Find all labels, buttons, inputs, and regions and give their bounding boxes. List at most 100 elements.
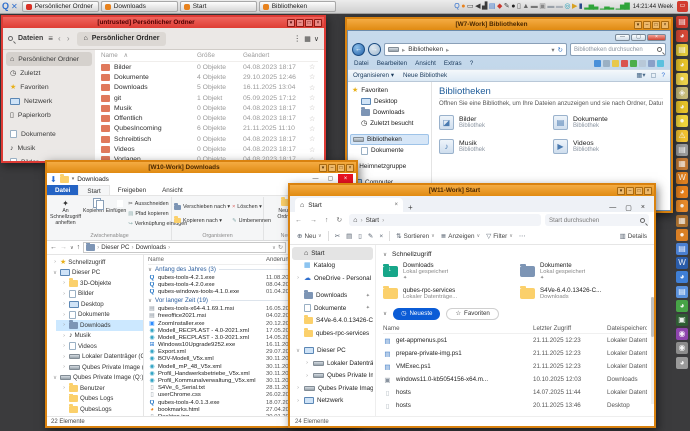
sidebar-item[interactable]: Downloads <box>359 107 429 118</box>
sync-icon[interactable] <box>594 60 601 67</box>
column-name[interactable]: Name <box>383 325 533 332</box>
sidebar-item[interactable]: Katalog <box>292 260 373 273</box>
dock-icon[interactable]: ▦ <box>676 158 688 170</box>
expander-icon[interactable]: › <box>295 398 301 404</box>
dock-icon[interactable]: ● <box>676 115 688 127</box>
explorer-tab[interactable]: Start × <box>295 198 403 212</box>
menu-dots-icon[interactable]: ⋮ <box>293 34 301 43</box>
sidebar-item[interactable]: Favoriten <box>350 85 429 96</box>
tray-icon[interactable]: ▲ <box>522 3 528 10</box>
hamburger-menu-icon[interactable]: ≡ <box>48 34 53 43</box>
folder-row[interactable]: Dokumente 4 Objekte 29.10.2025 12:46 ☆ <box>101 72 318 82</box>
sidebar-item[interactable]: › Qubes Private Image (Q:) <box>301 370 373 383</box>
copy-to-button[interactable]: Kopieren nach ▾ <box>174 218 230 224</box>
dock-icon[interactable]: ● <box>676 73 688 85</box>
close-button[interactable]: × <box>661 21 669 29</box>
maximize-button[interactable]: ▢ <box>631 34 646 41</box>
copy-icon[interactable]: ▤ <box>346 232 352 240</box>
panel-clock[interactable]: 14:21:44 Week <box>633 4 673 10</box>
tray-icon[interactable]: ◀ <box>475 3 479 10</box>
dock-icon[interactable]: ◕ <box>676 30 688 42</box>
folder-row[interactable]: QubesIncoming 6 Objekte 21.11.2025 11:10… <box>101 124 318 134</box>
star-icon[interactable]: ☆ <box>309 104 318 112</box>
sidebar-item[interactable]: Persönlicher Ordner <box>6 52 92 66</box>
tree-item[interactable]: › Lokaler Datenträger (C:) <box>56 352 143 363</box>
minimize-button[interactable]: – <box>328 164 336 172</box>
sidebar-item[interactable]: Musik <box>6 141 92 155</box>
nav-buttons[interactable]: ← → ↑ ↻ <box>295 216 345 224</box>
maximize-button[interactable]: □ <box>337 164 345 172</box>
back-button[interactable]: ← <box>352 43 365 56</box>
sidebar-item[interactable]: Heimnetzgruppe <box>350 161 429 172</box>
sidebar-item[interactable]: Netzwerk <box>6 94 92 108</box>
file-row[interactable]: ▯hosts 14.07.2025 11:44 Lokaler Datenträ… <box>383 386 647 399</box>
folder-row[interactable]: Bilder 0 Objekte 04.08.2023 18:17 ☆ <box>101 62 318 72</box>
rename-icon[interactable]: ✎ <box>368 232 373 240</box>
dock-icon[interactable]: W <box>676 172 688 184</box>
expander-icon[interactable]: › <box>61 354 67 360</box>
grid-view-icon[interactable]: ▦ <box>304 35 311 43</box>
expander-icon[interactable]: › <box>52 259 58 265</box>
dock-icon[interactable]: ▤ <box>676 144 688 156</box>
maximize-button[interactable]: □ <box>652 21 660 29</box>
file-row[interactable]: ▤prepare-private-img.ps1 21.11.2025 12:2… <box>383 347 647 360</box>
tree-item[interactable]: ∨ Dieser PC <box>47 268 143 279</box>
folder-row[interactable]: Öffentlich 0 Objekte 04.08.2023 18:17 ☆ <box>101 113 318 123</box>
star-icon[interactable]: ☆ <box>309 146 318 154</box>
tab-ansicht[interactable]: Ansicht <box>154 185 191 195</box>
tab-freigeben[interactable]: Freigeben <box>110 185 154 195</box>
tree-item[interactable]: › Benutzer <box>56 383 143 394</box>
back-button[interactable]: ← <box>50 244 57 251</box>
star-icon[interactable]: ☆ <box>309 94 318 102</box>
sidebar-item[interactable]: qubes-rpc-services <box>292 327 373 340</box>
maximize-button[interactable]: ▢ <box>625 204 632 212</box>
expander-icon[interactable]: › <box>61 301 67 307</box>
quick-access-header[interactable]: ∨ Schnellzugriff <box>383 248 647 261</box>
dock-icon[interactable]: ● <box>676 229 688 241</box>
sidebar-item[interactable]: Downloads ✦ <box>292 290 373 303</box>
tray-icon[interactable]: ◎ <box>564 3 569 10</box>
breadcrumb-segment[interactable]: Start <box>366 217 380 224</box>
paste-icon[interactable]: ▯ <box>358 232 362 240</box>
dock-icon[interactable]: ⚠ <box>676 130 688 142</box>
copy-button[interactable]: Kopieren <box>83 197 104 215</box>
sidebar-item[interactable]: Dokumente <box>6 127 92 141</box>
sidebar-item[interactable]: Zuletzt <box>6 66 92 80</box>
column-location[interactable]: Dateispeicherort <box>607 325 647 332</box>
tray-icon[interactable]: Q <box>454 3 458 10</box>
expander-icon[interactable]: › <box>295 275 301 281</box>
dock-icon[interactable]: ◕ <box>676 300 688 312</box>
dock-icon[interactable]: ▤ <box>676 286 688 298</box>
minimize-button[interactable]: — <box>609 204 616 212</box>
panel-alert-icon[interactable]: ▭ <box>677 1 688 12</box>
library-item[interactable]: ◪ Bilder Bibliothek <box>439 115 549 130</box>
collapse-icon[interactable]: ∨ <box>383 311 387 317</box>
expander-icon[interactable]: › <box>304 360 310 366</box>
tray-icon[interactable]: ● <box>511 3 514 10</box>
quick-access-tile[interactable]: qubes-rpc-services Lokaler Datenträge... <box>383 283 510 304</box>
menu-item[interactable]: Bearbeiten <box>377 60 407 67</box>
folder-row[interactable]: Videos 0 Objekte 04.08.2023 18:17 ☆ <box>101 144 318 154</box>
scrollbar[interactable] <box>651 297 654 404</box>
tree-item[interactable]: › Videos <box>56 341 143 352</box>
tree-item[interactable]: › Bilder <box>56 289 143 300</box>
dock-icon[interactable]: ◈ <box>676 87 688 99</box>
column-modified[interactable]: Geändert <box>243 52 309 59</box>
tray-icon[interactable]: ▬ <box>556 3 562 10</box>
tree-item[interactable]: ∨ Qubes Private Image (Q:) <box>47 373 143 384</box>
more-button[interactable]: ⋯ <box>519 232 526 240</box>
history-dropdown[interactable]: ∨ <box>70 245 74 251</box>
paste-button[interactable]: Einfügen <box>106 197 126 215</box>
tree-item[interactable]: QubesLogs <box>56 404 143 415</box>
minimize-button[interactable]: – <box>296 19 304 27</box>
dock-icon[interactable]: ◉ <box>676 342 688 354</box>
search-box[interactable]: Start durchsuchen <box>545 214 649 226</box>
mail-icon[interactable] <box>648 60 655 67</box>
sidebar-item[interactable]: › OneDrive - Personal <box>292 272 373 285</box>
tray-icon[interactable]: ▶ <box>572 3 576 10</box>
expander-icon[interactable]: ∨ <box>52 375 58 381</box>
file-row[interactable]: ▤VMExec.ps1 21.11.2025 12:23 Lokaler Dat… <box>383 360 647 373</box>
preview-icon[interactable]: ▢ <box>651 72 657 79</box>
column-last-access[interactable]: Letzter Zugriff <box>533 325 607 332</box>
breadcrumb-bar[interactable]: › Dieser PC › Downloads › ∨ ↻ <box>83 242 286 253</box>
